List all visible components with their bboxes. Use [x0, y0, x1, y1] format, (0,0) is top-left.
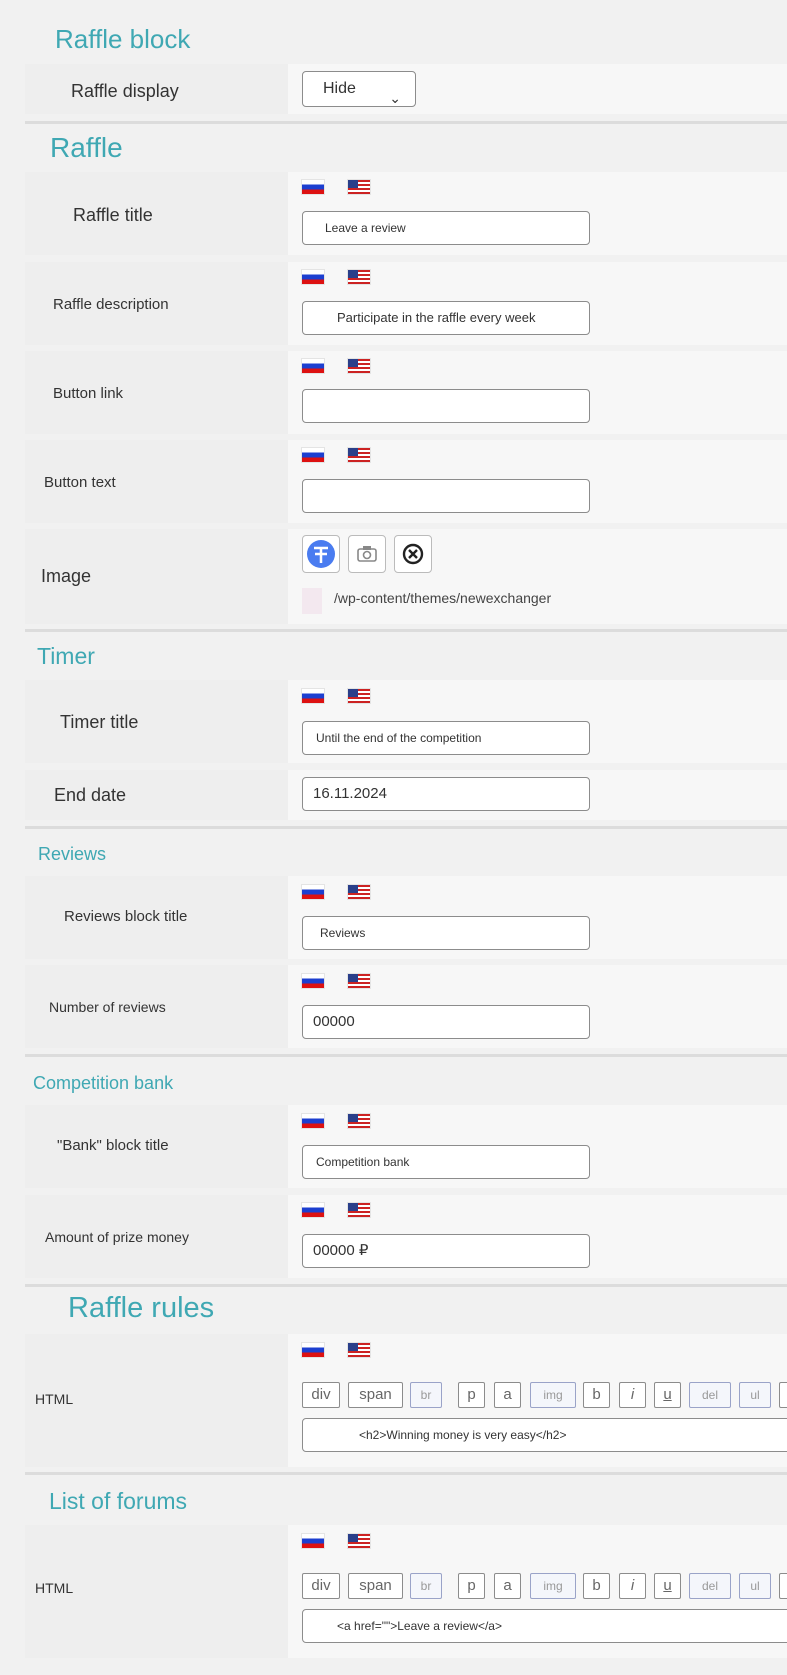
flag-us-icon[interactable]	[348, 448, 370, 462]
toolbar-button-a[interactable]: a	[494, 1382, 521, 1408]
flag-us-icon[interactable]	[348, 689, 370, 703]
toolbar-button-br[interactable]: br	[410, 1382, 442, 1408]
field-label: Reviews block title	[64, 908, 188, 925]
forums-html-textarea[interactable]: <a href="">Leave a review</a>	[302, 1609, 787, 1643]
flag-us-icon[interactable]	[348, 270, 370, 284]
flag-ru-icon[interactable]	[302, 974, 324, 988]
settings-panel: Raffle block Raffle display Hide ⌄ Raffl…	[0, 0, 787, 1675]
field-label: Raffle title	[73, 205, 153, 225]
bank-block-title-input[interactable]: Competition bank	[302, 1145, 590, 1179]
toolbar-button-img[interactable]: img	[530, 1382, 576, 1408]
toolbar-button-ul[interactable]: ul	[739, 1573, 771, 1599]
field-label: HTML	[35, 1580, 74, 1596]
field-label: End date	[54, 785, 127, 805]
field-label: Timer title	[60, 712, 139, 732]
image-path: /wp-content/themes/newexchanger	[334, 590, 552, 606]
raffle-display-select[interactable]: Hide ⌄	[302, 71, 416, 107]
section-title-raffle: Raffle	[50, 132, 123, 163]
remove-icon	[402, 543, 424, 565]
divider	[25, 1472, 787, 1475]
toolbar-button-ol[interactable]: ol	[779, 1382, 787, 1408]
upload-icon	[307, 540, 335, 568]
camera-icon	[357, 546, 377, 562]
section-title-list-of-forums: List of forums	[49, 1488, 188, 1514]
toolbar-button-a[interactable]: a	[494, 1573, 521, 1599]
toolbar-button-ol[interactable]: ol	[779, 1573, 787, 1599]
toolbar-button-i[interactable]: i	[619, 1573, 646, 1599]
flag-ru-icon[interactable]	[302, 448, 324, 462]
field-label: Raffle description	[53, 296, 169, 313]
divider	[25, 629, 787, 632]
toolbar-button-b[interactable]: b	[583, 1382, 610, 1408]
button-text-input[interactable]	[302, 479, 590, 513]
toolbar-button-img[interactable]: img	[530, 1573, 576, 1599]
flag-ru-icon[interactable]	[302, 1114, 324, 1128]
number-of-reviews-input[interactable]: 00000	[302, 1005, 590, 1039]
toolbar-button-div[interactable]: div	[302, 1573, 340, 1599]
flag-ru-icon[interactable]	[302, 359, 324, 373]
toolbar-button-br[interactable]: br	[410, 1573, 442, 1599]
section-title-raffle-block: Raffle block	[55, 24, 191, 54]
field-label: Button text	[44, 474, 116, 491]
divider	[25, 826, 787, 829]
rules-html-textarea[interactable]: <h2>Winning money is very easy</h2>	[302, 1418, 787, 1452]
toolbar-button-p[interactable]: p	[458, 1573, 485, 1599]
toolbar-button-b[interactable]: b	[583, 1573, 610, 1599]
button-link-input[interactable]	[302, 389, 590, 423]
toolbar-button-del[interactable]: del	[689, 1382, 731, 1408]
flag-us-icon[interactable]	[348, 885, 370, 899]
toolbar-button-span[interactable]: span	[348, 1573, 403, 1599]
flag-us-icon[interactable]	[348, 180, 370, 194]
flag-us-icon[interactable]	[348, 1203, 370, 1217]
flag-ru-icon[interactable]	[302, 180, 324, 194]
divider	[25, 1284, 787, 1287]
end-date-input[interactable]: 16.11.2024	[302, 777, 590, 811]
chevron-down-icon: ⌄	[389, 90, 401, 106]
flag-ru-icon[interactable]	[302, 885, 324, 899]
camera-button[interactable]	[348, 535, 386, 573]
field-label: Image	[41, 566, 92, 586]
raffle-description-input[interactable]: Participate in the raffle every week	[302, 301, 590, 335]
section-title-competition-bank: Competition bank	[33, 1073, 174, 1093]
field-label: HTML	[35, 1391, 74, 1407]
toolbar-button-u[interactable]: u	[654, 1573, 681, 1599]
field-label: Raffle display	[71, 81, 179, 101]
flag-ru-icon[interactable]	[302, 1343, 324, 1357]
prize-money-input[interactable]: 00000 ₽	[302, 1234, 590, 1268]
flag-ru-icon[interactable]	[302, 270, 324, 284]
flag-us-icon[interactable]	[348, 1343, 370, 1357]
toolbar-button-i[interactable]: i	[619, 1382, 646, 1408]
html-toolbar: divspanbrpaimgbiudelulol	[302, 1573, 787, 1599]
toolbar-button-del[interactable]: del	[689, 1573, 731, 1599]
field-label: "Bank" block title	[57, 1137, 169, 1154]
flag-ru-icon[interactable]	[302, 1534, 324, 1548]
flag-ru-icon[interactable]	[302, 689, 324, 703]
html-toolbar: divspanbrpaimgbiudelulol	[302, 1382, 787, 1408]
image-thumbnail	[302, 588, 322, 614]
upload-button[interactable]	[302, 535, 340, 573]
divider	[25, 1054, 787, 1057]
field-label: Number of reviews	[49, 999, 166, 1015]
toolbar-button-div[interactable]: div	[302, 1382, 340, 1408]
section-title-timer: Timer	[37, 643, 95, 669]
toolbar-button-span[interactable]: span	[348, 1382, 403, 1408]
section-title-raffle-rules: Raffle rules	[68, 1292, 215, 1324]
select-value: Hide	[323, 80, 356, 97]
divider	[25, 121, 787, 124]
field-label: Button link	[53, 385, 124, 402]
flag-ru-icon[interactable]	[302, 1203, 324, 1217]
toolbar-button-ul[interactable]: ul	[739, 1382, 771, 1408]
toolbar-button-u[interactable]: u	[654, 1382, 681, 1408]
flag-us-icon[interactable]	[348, 974, 370, 988]
reviews-block-title-input[interactable]: Reviews	[302, 916, 590, 950]
section-title-reviews: Reviews	[38, 844, 107, 864]
field-label: Amount of prize money	[45, 1229, 189, 1245]
toolbar-button-p[interactable]: p	[458, 1382, 485, 1408]
remove-image-button[interactable]	[394, 535, 432, 573]
raffle-title-input[interactable]: Leave a review	[302, 211, 590, 245]
flag-us-icon[interactable]	[348, 359, 370, 373]
flag-us-icon[interactable]	[348, 1114, 370, 1128]
flag-us-icon[interactable]	[348, 1534, 370, 1548]
timer-title-input[interactable]: Until the end of the competition	[302, 721, 590, 755]
